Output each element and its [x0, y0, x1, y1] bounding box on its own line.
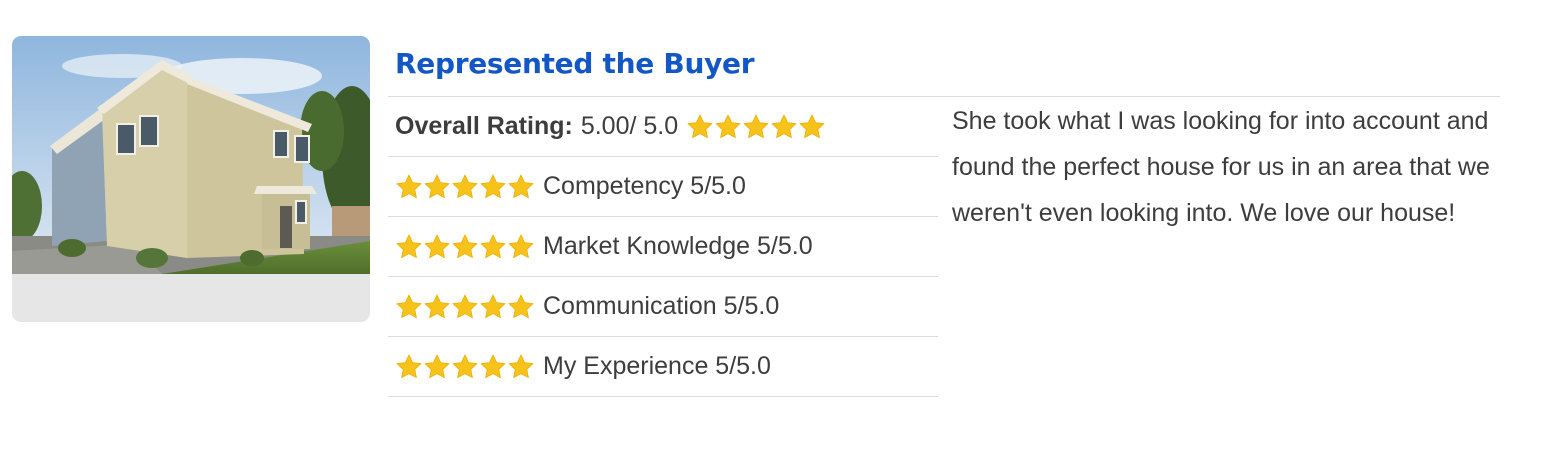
my-experience-stars: [395, 353, 535, 381]
star-icon: [396, 174, 422, 198]
star-icon: [715, 114, 741, 138]
rating-row-competency: Competency 5/5.0: [388, 157, 938, 217]
competency-label: Competency 5/5.0: [543, 172, 746, 200]
star-icon: [424, 174, 450, 198]
star-icon: [452, 294, 478, 318]
star-icon: [508, 294, 534, 318]
communication-label: Communication 5/5.0: [543, 292, 780, 320]
rating-row-my-experience: My Experience 5/5.0: [388, 337, 938, 397]
star-icon: [424, 234, 450, 258]
overall-rating-label: Overall Rating:: [395, 112, 573, 140]
rating-row-communication: Communication 5/5.0: [388, 277, 938, 337]
star-icon: [687, 114, 713, 138]
review-title: Represented the Buyer: [395, 47, 755, 80]
star-icon: [424, 354, 450, 378]
review-text: She took what I was looking for into acc…: [952, 107, 1490, 227]
my-experience-label: My Experience 5/5.0: [543, 352, 771, 380]
star-icon: [480, 174, 506, 198]
competency-stars: [395, 173, 535, 201]
star-icon: [480, 294, 506, 318]
overall-rating-row: Overall Rating: 5.00/ 5.0: [388, 97, 938, 157]
star-icon: [424, 294, 450, 318]
market-knowledge-label: Market Knowledge 5/5.0: [543, 232, 813, 260]
star-icon: [480, 354, 506, 378]
star-icon: [452, 354, 478, 378]
star-icon: [771, 114, 797, 138]
star-icon: [452, 234, 478, 258]
ratings-table: Overall Rating: 5.00/ 5.0 Competency 5/5…: [388, 97, 938, 397]
star-icon: [480, 234, 506, 258]
star-icon: [396, 294, 422, 318]
rating-row-market-knowledge: Market Knowledge 5/5.0: [388, 217, 938, 277]
star-icon: [396, 234, 422, 258]
overall-rating-value: 5.00/ 5.0: [580, 112, 679, 140]
star-icon: [508, 234, 534, 258]
market-knowledge-stars: [395, 233, 535, 261]
communication-stars: [395, 293, 535, 321]
star-icon: [452, 174, 478, 198]
star-icon: [508, 174, 534, 198]
property-photo: [12, 36, 370, 274]
star-icon: [799, 114, 825, 138]
star-icon: [508, 354, 534, 378]
star-icon: [743, 114, 769, 138]
overall-stars: [686, 113, 826, 141]
property-photo-card: [12, 36, 370, 322]
star-icon: [396, 354, 422, 378]
